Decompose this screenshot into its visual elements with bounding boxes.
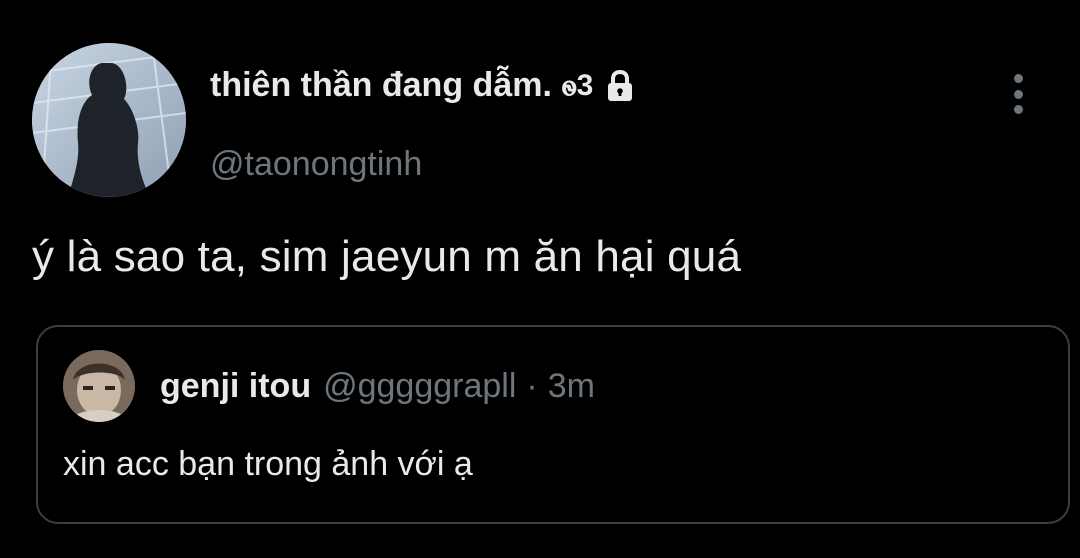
silhouette-avatar-image (32, 43, 186, 197)
separator-dot: · (526, 367, 538, 405)
author-handle[interactable]: @taonongtinh (210, 145, 422, 184)
quoted-author-name[interactable]: genji itou (160, 367, 311, 406)
more-vertical-icon[interactable] (1006, 74, 1030, 114)
author-name-row: thiên thần đang dẫm. ꮻ3 (210, 66, 637, 105)
author-display-name[interactable]: thiên thần đang dẫm. (210, 66, 552, 105)
quoted-tweet-header: genji itou @gggggrapll · 3m (160, 367, 595, 406)
more-dot (1013, 74, 1023, 83)
quoted-author-handle[interactable]: @gggggrapll (323, 367, 516, 406)
author-avatar[interactable] (32, 43, 186, 197)
portrait-avatar-image (63, 350, 135, 422)
lock-icon (603, 69, 637, 103)
quoted-tweet-time[interactable]: 3m (548, 367, 595, 406)
author-name-symbol: ꮻ3 (561, 68, 594, 102)
tweet-text: ý là sao ta, sim jaeyun m ăn hại quá (32, 232, 742, 281)
more-dot (1013, 89, 1023, 99)
quoted-tweet-card[interactable] (36, 325, 1070, 524)
quoted-tweet-text: xin acc bạn trong ảnh với ạ (63, 445, 473, 483)
quoted-author-avatar[interactable] (63, 350, 135, 422)
more-dot (1013, 105, 1023, 114)
